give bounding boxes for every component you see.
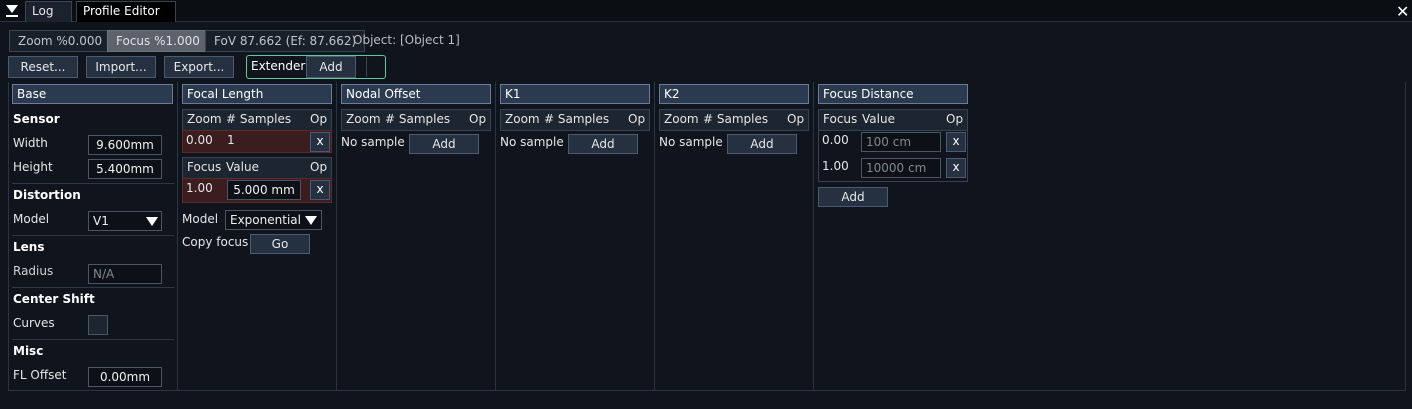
height-field[interactable]: 5.400mm: [88, 159, 162, 179]
close-icon[interactable]: ✕: [1396, 2, 1409, 21]
focal-model-value: Exponential: [230, 213, 301, 227]
nodal-offset-header[interactable]: Nodal Offset: [341, 84, 491, 104]
copy-focus-label: Copy focus: [182, 235, 249, 249]
radius-field: N/A: [88, 264, 162, 284]
export-button[interactable]: Export...: [164, 56, 234, 78]
separator: [12, 339, 174, 340]
title-bar: [0, 0, 1412, 22]
row-focus: 1.00: [186, 181, 213, 195]
no-sample-label: No sample: [659, 135, 723, 149]
curves-label: Curves: [13, 316, 55, 330]
nodal-add-button[interactable]: Add: [409, 134, 479, 154]
fl-offset-label: FL Offset: [13, 368, 67, 382]
sensor-section: Sensor: [13, 112, 60, 126]
delete-row-button[interactable]: x: [310, 132, 330, 152]
col-value: Value: [862, 112, 895, 126]
col-zoom: Zoom: [187, 112, 222, 126]
k1-header[interactable]: K1: [500, 84, 650, 104]
col-samples: # Samples: [385, 112, 451, 126]
k1-add-button[interactable]: Add: [568, 134, 638, 154]
k2-header[interactable]: K2: [659, 84, 809, 104]
focal-length-header[interactable]: Focal Length: [182, 84, 332, 104]
focus-indicator: Focus %1.000: [107, 30, 209, 52]
k2-add-button[interactable]: Add: [727, 134, 797, 154]
extender-label: Extender: [251, 59, 306, 73]
model-label: Model: [182, 212, 219, 226]
col-op: Op: [310, 112, 328, 126]
center-shift-section: Center Shift: [13, 292, 95, 306]
chevron-down-icon[interactable]: [146, 217, 158, 226]
focus-value-field[interactable]: 100 cm: [861, 132, 941, 152]
col-zoom: Zoom: [664, 112, 699, 126]
focal-value-field[interactable]: 5.000 mm: [227, 180, 301, 200]
col-zoom: Zoom: [346, 112, 381, 126]
width-field[interactable]: 9.600mm: [88, 135, 162, 155]
bottom-divider: [8, 390, 1406, 391]
row-zoom: 0.00: [186, 133, 213, 147]
focus-distance-header[interactable]: Focus Distance: [818, 84, 968, 104]
col-op: Op: [628, 112, 646, 126]
col-samples: # Samples: [703, 112, 769, 126]
radius-label: Radius: [13, 264, 54, 278]
go-button[interactable]: Go: [250, 234, 310, 254]
delete-row-button[interactable]: x: [310, 180, 330, 200]
curves-checkbox[interactable]: [88, 315, 108, 335]
window-menu-icon[interactable]: [6, 5, 18, 13]
col-samples: # Samples: [226, 112, 292, 126]
separator: [12, 235, 174, 236]
col-focus: Focus: [187, 160, 222, 174]
col-op: Op: [946, 112, 964, 126]
focus-distance-add-button[interactable]: Add: [818, 187, 888, 207]
row-focus: 0.00: [822, 133, 849, 147]
fl-offset-field[interactable]: 0.00mm: [88, 367, 162, 387]
col-op: Op: [787, 112, 805, 126]
model-label: Model: [13, 212, 50, 226]
delete-row-button[interactable]: x: [946, 158, 966, 178]
reset-button[interactable]: Reset...: [8, 56, 78, 78]
zoom-indicator: Zoom %0.000: [9, 30, 112, 52]
extender-add-button[interactable]: Add: [306, 56, 356, 78]
no-sample-label: No sample: [341, 135, 405, 149]
delete-row-button[interactable]: x: [946, 132, 966, 152]
misc-section: Misc: [13, 344, 44, 358]
focus-value-field[interactable]: 10000 cm: [861, 158, 941, 178]
row-focus: 1.00: [822, 159, 849, 173]
tab-profile-editor[interactable]: Profile Editor: [76, 1, 176, 22]
fov-indicator: FoV 87.662 (Ef: 87.662): [205, 30, 366, 52]
col-samples: # Samples: [544, 112, 610, 126]
row-samples: 1: [227, 133, 235, 147]
col-zoom: Zoom: [505, 112, 540, 126]
distortion-section: Distortion: [13, 188, 81, 202]
chevron-down-icon[interactable]: [305, 216, 317, 225]
import-button[interactable]: Import...: [86, 56, 156, 78]
width-label: Width: [13, 136, 48, 150]
tab-log[interactable]: Log: [25, 1, 72, 22]
separator: [12, 183, 174, 184]
col-op: Op: [310, 160, 328, 174]
window-menu-icon-bar: [6, 15, 18, 17]
lens-section: Lens: [13, 240, 45, 254]
col-op: Op: [469, 112, 487, 126]
model-select-value: V1: [93, 214, 109, 228]
height-label: Height: [13, 160, 53, 174]
col-focus: Focus: [823, 112, 858, 126]
base-header[interactable]: Base: [12, 84, 173, 104]
separator: [12, 287, 174, 288]
col-value: Value: [226, 160, 259, 174]
extender-divider: [366, 57, 367, 77]
no-sample-label: No sample: [500, 135, 564, 149]
object-label: Object: [Object 1]: [353, 33, 460, 47]
